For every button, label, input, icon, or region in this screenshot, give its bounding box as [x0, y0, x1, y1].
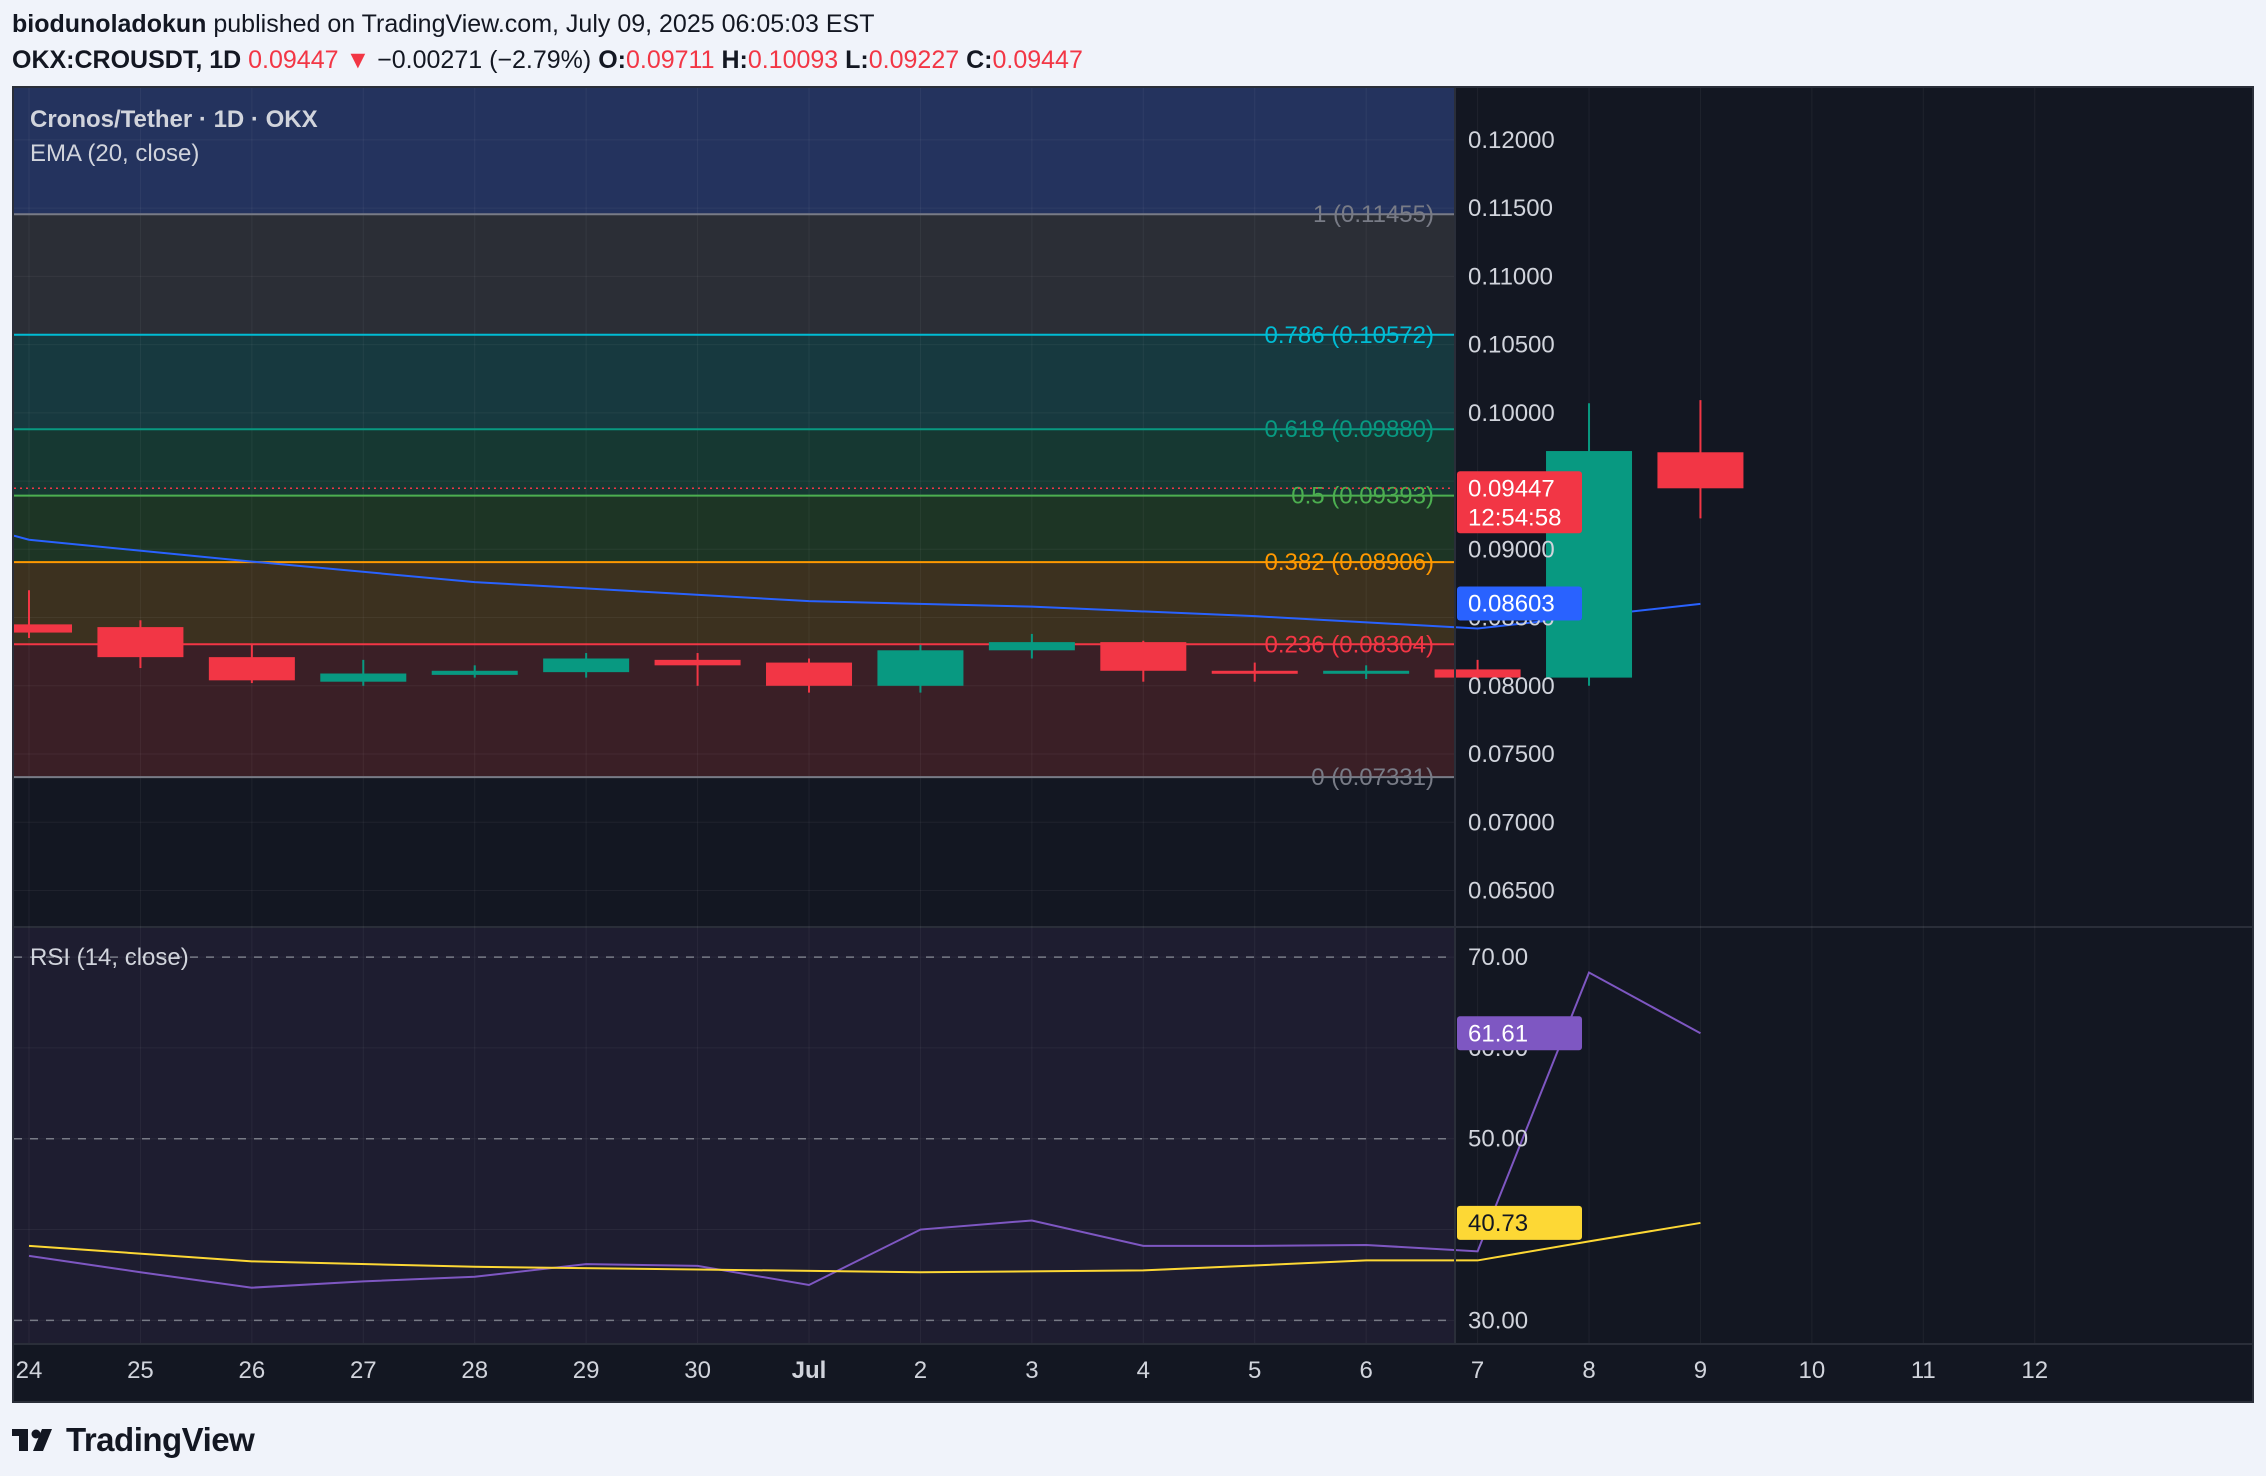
- fib-zone: [14, 495, 1455, 563]
- ema-legend[interactable]: EMA (20, close): [30, 140, 199, 168]
- fib-level-label: 0.236 (0.08304): [1265, 631, 1434, 658]
- time-axis-tick: 6: [1359, 1357, 1372, 1384]
- footer: TradingView: [12, 1420, 255, 1460]
- rsi-ma-value-tag-value: 40.73: [1468, 1210, 1528, 1237]
- chart-header: biodunoladokun published on TradingView.…: [12, 6, 2254, 78]
- time-axis-tick: 29: [573, 1357, 600, 1384]
- low-value: 0.09227: [868, 46, 960, 74]
- last-price-tag-countdown: 12:54:58: [1468, 504, 1561, 531]
- price-axis-tick: 0.11500: [1468, 195, 1553, 222]
- high-value: 0.10093: [747, 46, 839, 74]
- candle-body[interactable]: [988, 642, 1075, 651]
- fib-level-label: 0 (0.07331): [1311, 764, 1434, 791]
- fib-level-label: 1 (0.11455): [1313, 201, 1434, 228]
- time-axis-tick: 30: [684, 1357, 711, 1384]
- fib-zone: [14, 214, 1455, 335]
- price-axis-tick: 0.10500: [1468, 332, 1555, 359]
- tradingview-brand[interactable]: TradingView: [66, 1421, 255, 1459]
- price-axis-tick: 0.07000: [1468, 809, 1555, 836]
- low-label: L:: [845, 46, 869, 74]
- time-axis-tick: 2: [914, 1357, 927, 1384]
- tradingview-logo-icon: [12, 1429, 52, 1451]
- candle-body[interactable]: [97, 627, 184, 658]
- published-text: published on TradingView.com, July 09, 2…: [213, 10, 875, 38]
- candle-body[interactable]: [1323, 670, 1410, 674]
- price-change: −0.00271 (−2.79%): [377, 46, 592, 74]
- price-axis-tick: 0.06500: [1468, 878, 1555, 905]
- candle-body[interactable]: [431, 670, 518, 675]
- rsi-legend[interactable]: RSI (14, close): [30, 944, 189, 972]
- time-axis-tick: 10: [1799, 1357, 1826, 1384]
- price-axis-tick: 0.10000: [1468, 400, 1555, 427]
- high-label: H:: [721, 46, 748, 74]
- time-axis-tick: Jul: [792, 1357, 827, 1384]
- ema-price-tag-value: 0.08603: [1468, 590, 1555, 617]
- time-axis-tick: 12: [2021, 1357, 2048, 1384]
- price-axis-tick: 0.08000: [1468, 673, 1555, 700]
- candle-body[interactable]: [208, 657, 295, 681]
- time-axis-tick: 26: [239, 1357, 266, 1384]
- chart-title: Cronos/Tether · 1D · OKX: [30, 106, 318, 133]
- rsi-axis-tick: 70.00: [1468, 944, 1528, 971]
- rsi-pane-background: [14, 928, 1455, 1344]
- chart-canvas[interactable]: 1 (0.11455) 0.786 (0.10572) 0.618 (0.09880…: [14, 88, 2252, 1401]
- fib-level-label: 0.618 (0.09880): [1265, 416, 1434, 443]
- candle-body[interactable]: [877, 650, 964, 686]
- time-axis-tick: 24: [16, 1357, 43, 1384]
- rsi-axis-tick: 30.00: [1468, 1307, 1528, 1334]
- close-label: C:: [966, 46, 993, 74]
- time-axis-tick: 7: [1471, 1357, 1484, 1384]
- fib-zone: [14, 429, 1455, 496]
- candle-body[interactable]: [14, 624, 72, 633]
- candle-body[interactable]: [1657, 452, 1744, 489]
- candle-body[interactable]: [543, 658, 630, 673]
- symbol-label[interactable]: OKX:CROUSDT, 1D: [12, 46, 241, 74]
- price-axis-tick: 0.07500: [1468, 741, 1555, 768]
- last-price: 0.09447: [248, 46, 339, 74]
- candle-body[interactable]: [766, 662, 853, 686]
- rsi-value-tag-value: 61.61: [1468, 1020, 1528, 1047]
- time-axis-tick: 27: [350, 1357, 377, 1384]
- time-axis-tick: 28: [461, 1357, 488, 1384]
- candle-body[interactable]: [1211, 670, 1298, 674]
- last-price-tag-value: 0.09447: [1468, 475, 1555, 502]
- fib-level-label: 0.5 (0.09393): [1291, 483, 1434, 510]
- fib-zone: [14, 334, 1455, 430]
- time-axis-tick: 5: [1248, 1357, 1261, 1384]
- fib-level-label: 0.382 (0.08906): [1265, 549, 1434, 576]
- time-axis-tick: 9: [1694, 1357, 1707, 1384]
- candle-body[interactable]: [654, 659, 741, 666]
- close-value: 0.09447: [992, 46, 1083, 74]
- price-axis-tick: 0.09000: [1468, 536, 1555, 563]
- open-value: 0.09711: [625, 46, 715, 74]
- down-arrow-icon: ▼: [345, 46, 371, 74]
- candle-body[interactable]: [320, 673, 407, 682]
- time-axis-tick: 3: [1025, 1357, 1038, 1384]
- time-axis-tick: 25: [127, 1357, 154, 1384]
- chart-frame[interactable]: 1 (0.11455) 0.786 (0.10572) 0.618 (0.09880…: [12, 86, 2254, 1403]
- rsi-axis-tick: 50.00: [1468, 1126, 1528, 1153]
- price-axis-tick: 0.12000: [1468, 127, 1555, 154]
- open-label: O:: [598, 46, 626, 74]
- time-axis-tick: 8: [1582, 1357, 1595, 1384]
- time-axis-tick: 11: [1911, 1357, 1936, 1384]
- author-name[interactable]: biodunoladokun: [12, 10, 206, 38]
- time-axis-tick: 4: [1137, 1357, 1150, 1384]
- fib-zone: [14, 562, 1455, 645]
- candle-body[interactable]: [1100, 642, 1187, 671]
- price-axis-tick: 0.11000: [1468, 263, 1553, 290]
- fib-level-label: 0.786 (0.10572): [1265, 322, 1434, 349]
